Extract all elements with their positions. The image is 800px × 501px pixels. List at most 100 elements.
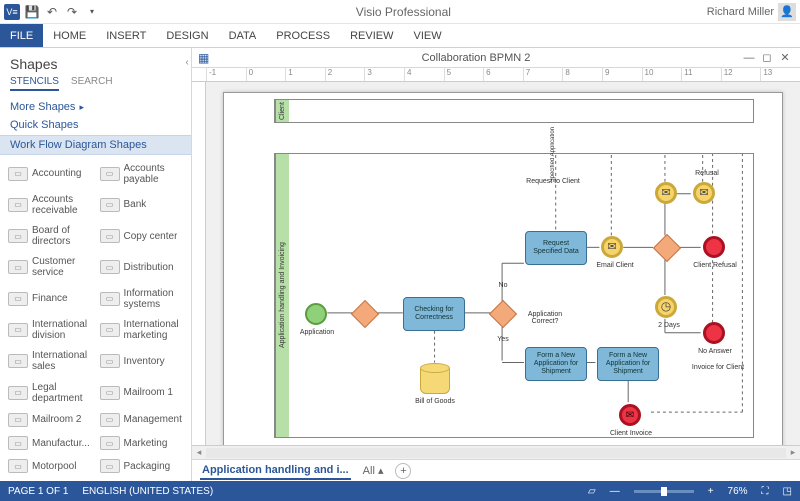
restore-doc-button[interactable]: ◻ [758,50,776,66]
start-event[interactable] [305,303,327,325]
gateway-event[interactable] [653,234,681,262]
shape-icon: ▭ [8,260,28,274]
gateway-question: Application Correct? [515,311,575,325]
task-request[interactable]: Request Specified Data [525,231,587,265]
tab-review[interactable]: REVIEW [340,24,403,47]
shape-icon: ▭ [8,459,28,473]
tab-home[interactable]: HOME [43,24,96,47]
minimize-doc-button[interactable]: — [740,50,758,66]
shape-item[interactable]: ▭Copy center [98,222,186,251]
shape-label: International division [32,319,92,341]
shape-label: Mailroom 2 [32,414,81,425]
shape-item[interactable]: ▭ Accounting [6,159,94,188]
tab-data[interactable]: DATA [219,24,267,47]
shape-icon: ▭ [100,413,120,427]
zoom-level[interactable]: 76% [728,486,748,497]
shape-item[interactable]: ▭International sales [6,347,94,376]
scroll-right-icon[interactable]: ▸ [786,447,800,458]
save-icon[interactable]: 💾 [24,4,40,20]
pan-zoom-icon[interactable]: ◳ [783,486,792,497]
shape-item[interactable]: ▭Packaging [98,456,186,477]
event-email-client[interactable] [601,236,623,258]
tab-view[interactable]: VIEW [403,24,451,47]
shape-item[interactable]: ▭Mailroom 1 [98,378,186,407]
subtab-search[interactable]: SEARCH [71,76,113,91]
end-client-invoice[interactable] [619,404,641,426]
tab-design[interactable]: DESIGN [156,24,218,47]
pool-application[interactable]: Application handling and Invoicing [274,153,754,438]
drawing-page[interactable]: Client Application handling and Invoicin… [223,92,783,445]
shape-item[interactable]: ▭Board of directors [6,222,94,251]
shape-label: Accounts receivable [32,194,92,216]
quick-shapes-link[interactable]: Quick Shapes [0,117,191,135]
close-doc-button[interactable]: ✕ [776,50,794,66]
ruler-horizontal: -1012345678910111213 [192,68,800,82]
shape-icon: ▭ [100,459,120,473]
task-form-new-2[interactable]: Form a New Application for Shipment [597,347,659,381]
fit-page-icon[interactable]: ⛶ [762,486,769,497]
task-form-new-1[interactable]: Form a New Application for Shipment [525,347,587,381]
shape-icon: ▭ [8,386,28,400]
zoom-in-button[interactable]: + [708,486,714,497]
shape-item[interactable]: ▭Bank [98,190,186,219]
avatar-icon[interactable]: 👤 [778,3,796,21]
data-bill-goods[interactable] [420,366,450,394]
tab-process[interactable]: PROCESS [266,24,340,47]
shape-item[interactable]: ▭Information systems [98,284,186,313]
gateway-correct[interactable] [489,300,517,328]
collapse-shapes-icon[interactable]: ‹ [182,54,192,70]
redo-icon[interactable]: ↷ [64,4,80,20]
event-refusal-msg[interactable] [693,182,715,204]
pool-client[interactable]: Client [274,99,754,123]
more-shapes-link[interactable]: More Shapes▸ [0,97,191,117]
task-check[interactable]: Checking for Correctness [403,297,465,331]
shape-item[interactable]: ▭Inventory [98,347,186,376]
shape-item[interactable]: ▭Marketing [98,432,186,453]
shape-item[interactable]: ▭Manufactur... [6,432,94,453]
status-bar: PAGE 1 OF 1 ENGLISH (UNITED STATES) ▱ — … [0,481,800,501]
page-tab[interactable]: Application handling and i... [200,462,351,480]
shape-icon: ▭ [8,323,28,337]
zoom-slider[interactable] [634,490,694,493]
canvas[interactable]: Client Application handling and Invoicin… [206,82,800,445]
refusal-label: Refusal [677,170,737,177]
scroll-left-icon[interactable]: ◂ [192,447,206,458]
shape-icon: ▭ [100,386,120,400]
end-client-refusal[interactable] [703,236,725,258]
shape-icon: ▭ [8,167,28,181]
all-pages-tab[interactable]: All ▴ [363,464,384,477]
subtab-stencils[interactable]: STENCILS [10,76,59,91]
shape-item[interactable]: ▭Customer service [6,253,94,282]
add-page-button[interactable]: + [395,463,411,479]
tab-file[interactable]: FILE [0,24,43,47]
zoom-out-button[interactable]: — [610,486,620,497]
shape-item[interactable]: ▭Legal department [6,378,94,407]
shape-label: Manufactur... [32,438,90,449]
stencil-header[interactable]: Work Flow Diagram Shapes [0,135,191,155]
shape-item[interactable]: ▭Distribution [98,253,186,282]
horizontal-scrollbar[interactable]: ◂ ▸ [192,445,800,459]
chevron-right-icon: ▸ [79,102,84,112]
shape-icon: ▭ [8,354,28,368]
gw-yes: Yes [493,336,513,343]
shape-label: Accounting [32,168,81,179]
end-no-answer[interactable] [703,322,725,344]
event-request-msg[interactable] [655,182,677,204]
shape-item[interactable]: ▭Accounts payable [98,159,186,188]
undo-icon[interactable]: ↶ [44,4,60,20]
shape-item[interactable]: ▭Motorpool [6,456,94,477]
shape-item[interactable]: ▭Management [98,409,186,430]
qat-dropdown-icon[interactable]: ▾ [84,4,100,20]
tab-insert[interactable]: INSERT [96,24,156,47]
gateway-1[interactable] [351,300,379,328]
presentation-mode-icon[interactable]: ▱ [588,486,596,497]
shape-item[interactable]: ▭Mailroom 2 [6,409,94,430]
status-language[interactable]: ENGLISH (UNITED STATES) [82,486,213,497]
shape-item[interactable]: ▭International marketing [98,315,186,344]
shape-item[interactable]: ▭Finance [6,284,94,313]
shape-icon: ▭ [100,198,120,212]
shape-item[interactable]: ▭Accounts receivable [6,190,94,219]
event-timer-2days[interactable] [655,296,677,318]
shape-item[interactable]: ▭ International division [6,315,94,344]
user-name[interactable]: Richard Miller [707,6,774,18]
